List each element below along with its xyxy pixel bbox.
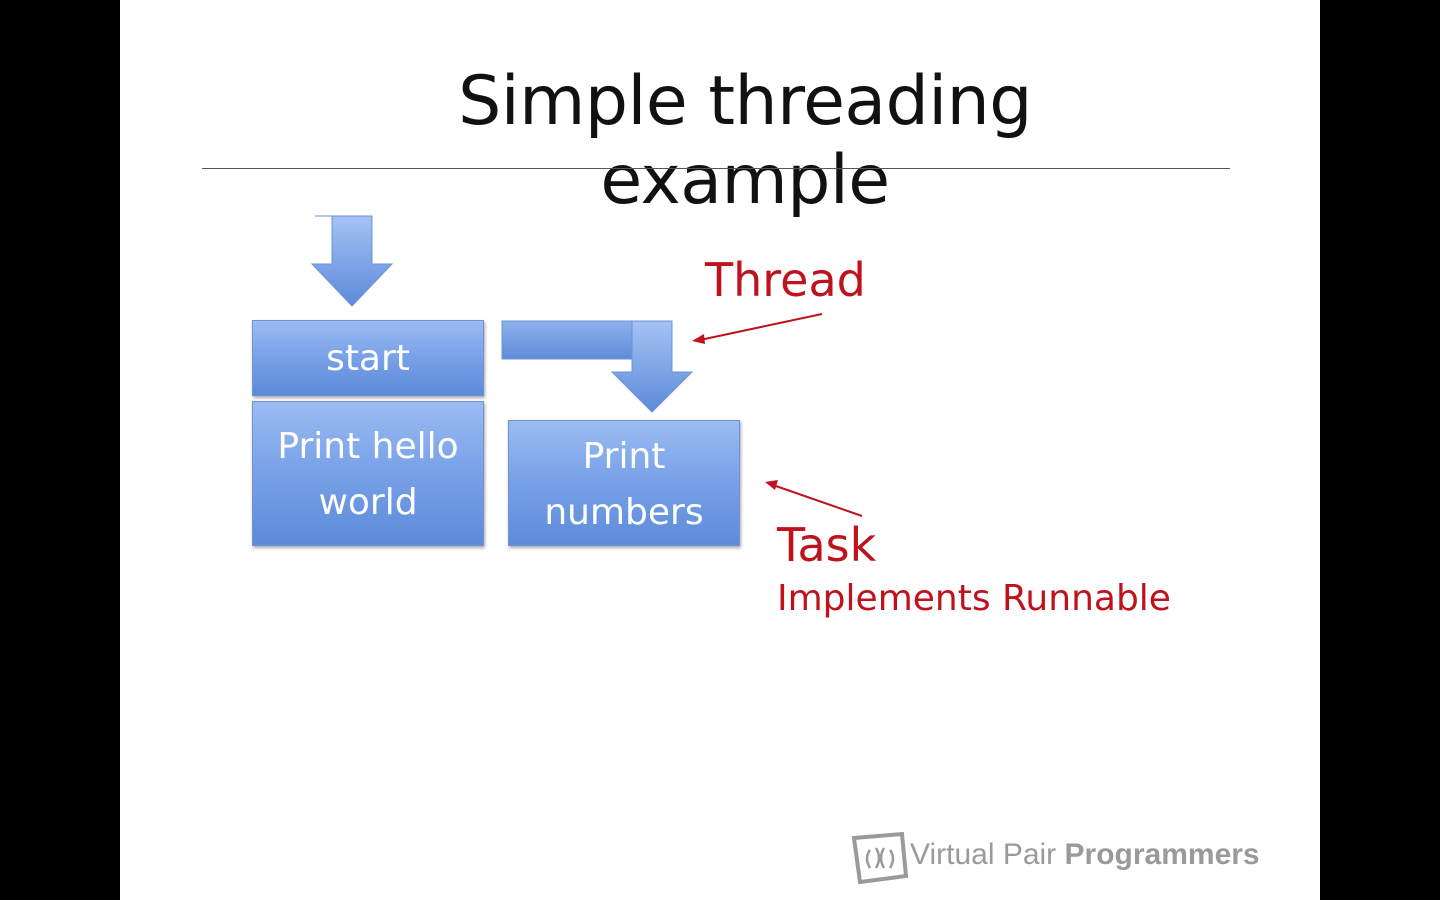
thread-label: Thread [705, 253, 866, 307]
print-numbers-box: Print numbers [508, 420, 740, 546]
logo-bold-text: Programmers [1064, 838, 1260, 871]
print-numbers-line1: Print [582, 436, 666, 477]
slide: Simple threading example start Print hel… [120, 0, 1320, 900]
thread-pointer-line [699, 313, 823, 341]
print-hello-line1: Print hello [277, 426, 459, 467]
logo-light-text: Virtual Pair [910, 838, 1057, 871]
implements-runnable-label: Implements Runnable [777, 578, 1171, 619]
thread-pointer-head [692, 334, 705, 344]
task-pointer-line [772, 484, 863, 517]
start-label: start [326, 338, 410, 379]
main-thread-arrow [310, 215, 394, 307]
task-pointer-head [765, 480, 778, 490]
print-numbers-line2: numbers [544, 492, 704, 533]
print-hello-world-box: Print hello world [252, 401, 484, 546]
task-label: Task [777, 518, 877, 572]
start-box: start [252, 320, 484, 396]
vpp-logo-text: Virtual Pair Programmers [910, 838, 1260, 872]
print-hello-line2: world [318, 482, 418, 523]
